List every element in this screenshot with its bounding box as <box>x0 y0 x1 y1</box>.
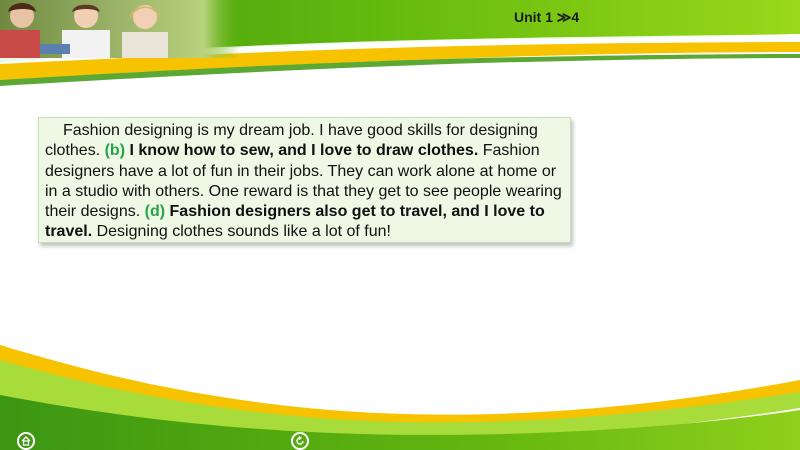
header-photo <box>0 0 240 58</box>
marker-d: (d) <box>144 203 166 221</box>
slide: Unit 1 ≫4 Fashion designing is my dream … <box>0 0 800 450</box>
return-button[interactable] <box>291 432 309 450</box>
marker-b: (b) <box>104 142 126 160</box>
home-button[interactable] <box>17 432 35 450</box>
home-icon <box>21 436 31 446</box>
students-photo-image <box>0 0 240 58</box>
passage-box: Fashion designing is my dream job. I hav… <box>38 117 571 243</box>
bold-sentence-b: I know how to sew, and I love to draw cl… <box>129 142 479 160</box>
return-icon <box>296 436 304 445</box>
passage-text: Fashion designing is my dream job. I hav… <box>45 121 564 243</box>
unit-label: Unit 1 ≫4 <box>514 9 580 25</box>
passage-sentence-3: Designing clothes sounds like a lot of f… <box>96 223 391 241</box>
